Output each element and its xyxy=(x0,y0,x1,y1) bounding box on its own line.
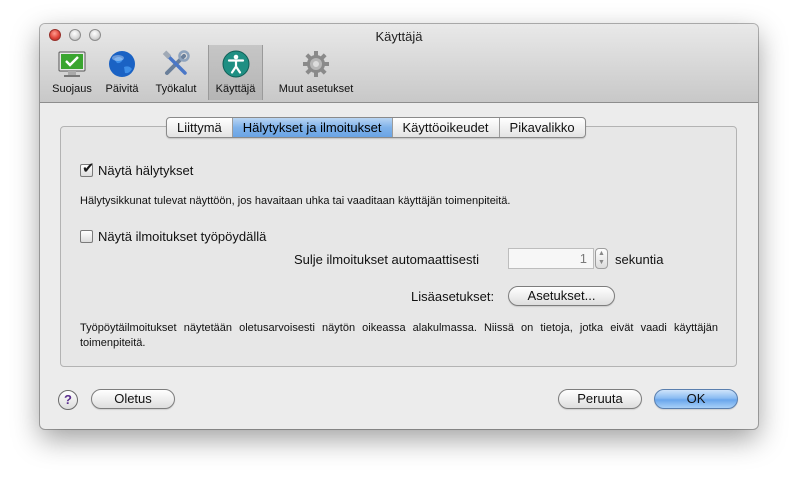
autoclose-label: Sulje ilmoitukset automaattisesti xyxy=(294,252,479,267)
toolbar-label: Suojaus xyxy=(52,83,92,95)
ok-button[interactable]: OK xyxy=(654,389,738,409)
toolbar-item-paivita[interactable]: Päivitä xyxy=(100,45,144,100)
show-alerts-checkbox[interactable]: ✔ xyxy=(80,160,95,177)
monitor-check-icon xyxy=(58,51,86,77)
tab-halytykset-ja-ilmoitukset[interactable]: Hälytykset ja ilmoitukset xyxy=(231,118,392,137)
toolbar-item-kayttaja[interactable]: Käyttäjä xyxy=(208,45,263,100)
advanced-settings-label: Lisäasetukset: xyxy=(411,289,495,304)
tab-liittyma[interactable]: Liittymä xyxy=(167,118,232,137)
tab-pikavalikko[interactable]: Pikavalikko xyxy=(498,118,585,137)
toolbar-item-suojaus[interactable]: Suojaus xyxy=(46,45,98,100)
notifications-description: Työpöytäilmoitukset näytetään oletusarvo… xyxy=(80,322,718,349)
show-desktop-notifications-label: Näytä ilmoitukset työpöydällä xyxy=(98,229,267,244)
autoclose-seconds-stepper[interactable]: ▲ ▼ xyxy=(595,248,608,269)
advanced-settings-button[interactable]: Asetukset... xyxy=(508,286,615,306)
toolbar-label: Työkalut xyxy=(155,83,197,95)
gear-icon xyxy=(303,51,329,77)
titlebar: Käyttäjä Suojaus Päivitä Työkalut Käyttä… xyxy=(40,24,758,103)
window-title: Käyttäjä xyxy=(375,29,423,44)
alerts-description: Hälytysikkunat tulevat näyttöön, jos hav… xyxy=(80,195,511,207)
tab-kayttooikeudet[interactable]: Käyttöoikeudet xyxy=(391,118,499,137)
autoclose-unit: sekuntia xyxy=(615,252,664,267)
preferences-window: Käyttäjä Suojaus Päivitä Työkalut Käyttä… xyxy=(40,24,758,429)
toolbar-label: Päivitä xyxy=(105,83,139,95)
stepper-down-icon: ▼ xyxy=(598,259,605,266)
tab-bar: Liittymä Hälytykset ja ilmoitukset Käytt… xyxy=(166,117,586,138)
toolbar-label: Muut asetukset xyxy=(278,83,354,95)
show-desktop-notifications-checkbox[interactable] xyxy=(80,230,93,243)
globe-icon xyxy=(109,51,135,77)
toolbar-label: Käyttäjä xyxy=(215,83,256,95)
default-button[interactable]: Oletus xyxy=(91,389,175,409)
stepper-up-icon: ▲ xyxy=(598,250,605,257)
autoclose-seconds-field[interactable]: 1 xyxy=(508,248,594,269)
accessibility-icon xyxy=(222,50,249,78)
toolbar-item-muut-asetukset[interactable]: Muut asetukset xyxy=(268,45,364,100)
checkmark-icon: ✔ xyxy=(82,160,95,177)
cancel-button[interactable]: Peruuta xyxy=(558,389,642,409)
show-alerts-label: Näytä hälytykset xyxy=(98,163,194,178)
help-button[interactable]: ? xyxy=(58,390,78,410)
tools-icon xyxy=(162,50,190,75)
toolbar-item-tyokalut[interactable]: Työkalut xyxy=(148,45,204,100)
